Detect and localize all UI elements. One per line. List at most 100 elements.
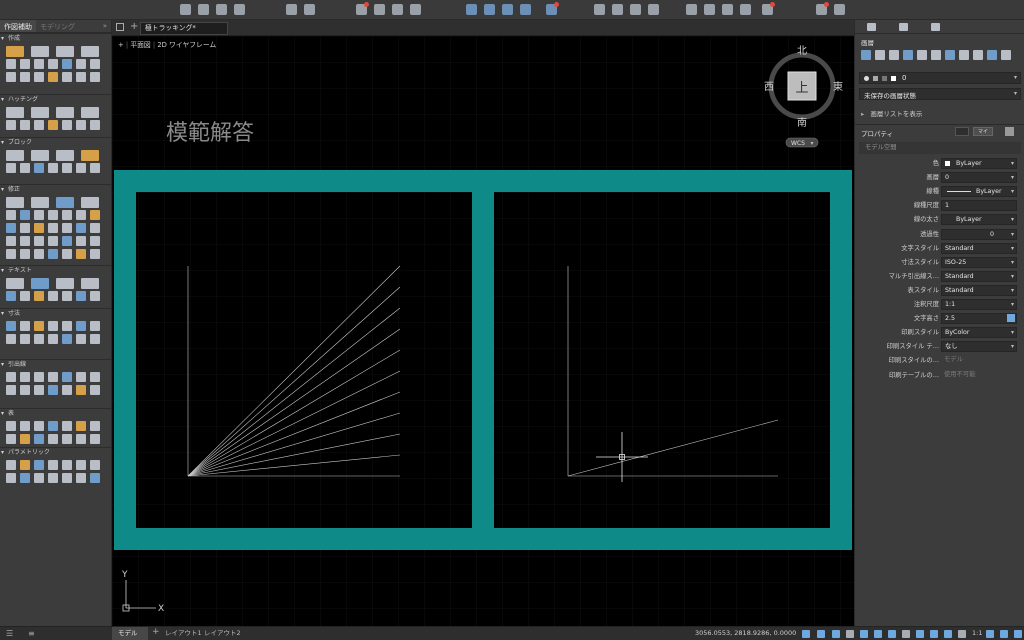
tool-icon[interactable] — [31, 278, 49, 289]
layer-tool-icon[interactable] — [917, 50, 927, 60]
tool-icon[interactable] — [56, 150, 74, 161]
tool-icon[interactable] — [90, 460, 100, 470]
status-toggle-icon[interactable] — [944, 630, 952, 638]
tool-icon[interactable] — [34, 236, 44, 246]
property-value[interactable]: ByColor — [941, 327, 1017, 339]
tool-icon[interactable] — [6, 46, 24, 57]
tool-icon[interactable] — [34, 120, 44, 130]
tool-icon[interactable] — [56, 278, 74, 289]
blocks-tab-icon[interactable] — [899, 23, 908, 31]
tool-icon[interactable] — [20, 372, 30, 382]
status-toggle-icon[interactable] — [874, 630, 882, 638]
tool-icon[interactable] — [20, 59, 30, 69]
match-properties-icon[interactable] — [466, 4, 477, 15]
section-header-dimension[interactable]: 寸法 — [0, 309, 111, 319]
layer-tool-icon[interactable] — [931, 50, 941, 60]
tool-icon[interactable] — [62, 163, 72, 173]
tool-icon[interactable] — [20, 72, 30, 82]
orbit-icon[interactable] — [648, 4, 659, 15]
tool-icon[interactable] — [90, 334, 100, 344]
tool-icon[interactable] — [81, 46, 99, 57]
tool-icon[interactable] — [34, 321, 44, 331]
settings-icon[interactable] — [1005, 127, 1014, 136]
tool-icon[interactable] — [62, 334, 72, 344]
tool-icon[interactable] — [76, 59, 86, 69]
plot-preview-icon[interactable] — [410, 4, 421, 15]
tool-icon[interactable] — [20, 291, 30, 301]
tool-icon[interactable] — [20, 249, 30, 259]
layer-tool-icon[interactable] — [945, 50, 955, 60]
layer-tool-icon[interactable] — [861, 50, 871, 60]
status-toggle-icon[interactable] — [1000, 630, 1008, 638]
layer-state-select[interactable]: 未保存の画層状態 ▾ — [859, 88, 1021, 100]
tool-icon[interactable] — [76, 210, 86, 220]
tool-icon[interactable] — [6, 59, 16, 69]
tool-icon[interactable] — [34, 334, 44, 344]
tool-icon[interactable] — [62, 372, 72, 382]
tool-icon[interactable] — [34, 434, 44, 444]
property-value[interactable]: 0 — [941, 228, 1017, 240]
layer-tool-icon[interactable] — [959, 50, 969, 60]
tool-icon[interactable] — [62, 120, 72, 130]
tool-icon[interactable] — [34, 210, 44, 220]
layer-icon[interactable] — [484, 4, 495, 15]
section-header-table[interactable]: 表 — [0, 409, 111, 419]
tool-icon[interactable] — [20, 334, 30, 344]
tool-icon[interactable] — [62, 72, 72, 82]
tool-icon[interactable] — [20, 421, 30, 431]
tool-icon[interactable] — [90, 473, 100, 483]
status-toggle-icon[interactable] — [958, 630, 966, 638]
publish-icon[interactable] — [374, 4, 385, 15]
calculator-icon[interactable] — [762, 2, 775, 15]
tool-icon[interactable] — [56, 197, 74, 208]
status-toggle-icon[interactable] — [860, 630, 868, 638]
status-toggle-icon[interactable] — [846, 630, 854, 638]
tool-icon[interactable] — [6, 434, 16, 444]
properties-icon[interactable] — [686, 4, 697, 15]
tool-icon[interactable] — [48, 210, 58, 220]
save-icon[interactable] — [216, 4, 227, 15]
tool-palette-icon[interactable] — [722, 4, 733, 15]
tool-icon[interactable] — [76, 223, 86, 233]
section-header-modify[interactable]: 修正 — [0, 185, 111, 195]
my-props-button[interactable]: マイ — [973, 127, 993, 136]
tool-icon[interactable] — [62, 385, 72, 395]
layers-tab-icon[interactable] — [867, 23, 876, 31]
xref-icon[interactable] — [520, 4, 531, 15]
tool-icon[interactable] — [20, 473, 30, 483]
tab-modeling[interactable]: モデリング — [36, 20, 79, 32]
tool-icon[interactable] — [6, 210, 16, 220]
tool-icon[interactable] — [48, 460, 58, 470]
tool-icon[interactable] — [20, 163, 30, 173]
drawing-canvas[interactable]: Y X 上 北 南 東 西 WCS ▾ 模範解答 + | 平面図 | 2D ワイ… — [112, 36, 854, 626]
section-header-text[interactable]: テキスト — [0, 266, 111, 276]
tool-icon[interactable] — [6, 421, 16, 431]
tool-icon[interactable] — [48, 291, 58, 301]
design-center-icon[interactable] — [704, 4, 715, 15]
tool-icon[interactable] — [20, 434, 30, 444]
tool-icon[interactable] — [48, 72, 58, 82]
status-toggle-icon[interactable] — [832, 630, 840, 638]
tool-icon[interactable] — [6, 236, 16, 246]
tool-icon[interactable] — [20, 223, 30, 233]
tool-icon[interactable] — [76, 249, 86, 259]
tool-icon[interactable] — [62, 321, 72, 331]
zoom-icon[interactable] — [630, 4, 641, 15]
properties-tab-icon[interactable] — [931, 23, 940, 31]
tool-icon[interactable] — [62, 291, 72, 301]
tool-icon[interactable] — [6, 120, 16, 130]
tool-icon[interactable] — [48, 334, 58, 344]
tool-icon[interactable] — [20, 236, 30, 246]
tool-icon[interactable] — [76, 72, 86, 82]
tool-icon[interactable] — [90, 372, 100, 382]
tool-icon[interactable] — [90, 223, 100, 233]
tool-icon[interactable] — [90, 385, 100, 395]
tool-icon[interactable] — [90, 59, 100, 69]
section-header-draw[interactable]: 作成 — [0, 34, 111, 44]
tool-icon[interactable] — [62, 434, 72, 444]
tool-icon[interactable] — [34, 72, 44, 82]
status-toggle-icon[interactable] — [888, 630, 896, 638]
tool-icon[interactable] — [6, 249, 16, 259]
section-header-block[interactable]: ブロック — [0, 138, 111, 148]
pan-hand-icon[interactable] — [612, 4, 623, 15]
